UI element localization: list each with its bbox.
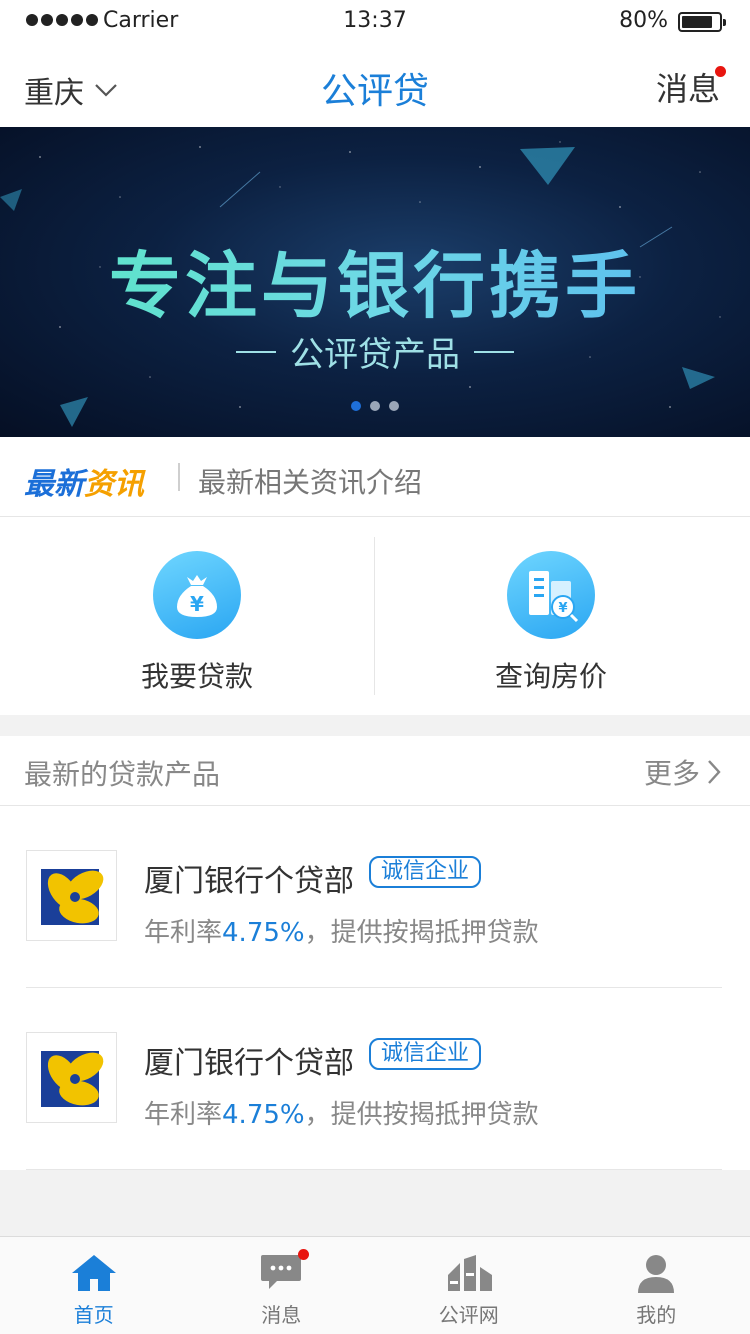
- nav-bar: 重庆 公评贷 消息: [0, 44, 750, 127]
- rate-suffix: ，提供按揭抵押贷款: [304, 1100, 539, 1130]
- product-description: 年利率4.75%，提供按揭抵押贷款: [144, 912, 539, 949]
- svg-text:¥: ¥: [190, 592, 204, 616]
- unread-dot: [715, 66, 726, 77]
- tab-bar: 首页 消息 公评网 我的: [0, 1236, 750, 1334]
- list-item[interactable]: 厦门银行个贷部 诚信企业 年利率4.75%，提供按揭抵押贷款: [0, 806, 750, 988]
- divider: [178, 463, 180, 491]
- tab-messages[interactable]: 消息: [188, 1237, 376, 1334]
- promo-banner[interactable]: 专注与银行携手 公评贷产品: [0, 127, 750, 437]
- loan-products-section: 最新的贷款产品 更多 厦门银行个贷部 诚信企业 年利率4.75%，提供按揭抵押贷…: [0, 736, 750, 1170]
- house-price-search-icon: ¥: [507, 551, 595, 639]
- chat-bubble-icon: [261, 1255, 302, 1289]
- battery-percent: 80%: [619, 8, 668, 33]
- tab-home-label: 首页: [73, 1303, 114, 1327]
- carousel-dot[interactable]: [389, 401, 399, 411]
- messages-label: 消息: [655, 70, 720, 108]
- tab-messages-label: 消息: [261, 1303, 302, 1327]
- banner-subtitle-text: 公评贷产品: [290, 335, 460, 375]
- more-label: 更多: [643, 757, 700, 790]
- interest-rate: 4.75%: [222, 918, 305, 948]
- money-bag-icon: ¥: [153, 551, 241, 639]
- check-house-price-button[interactable]: ¥ 查询房价: [441, 551, 661, 695]
- home-icon: [71, 1255, 116, 1291]
- banner-subtitle: 公评贷产品: [0, 327, 750, 376]
- rate-prefix: 年利率: [144, 918, 223, 948]
- carousel-dots[interactable]: [0, 401, 750, 411]
- section-title: 最新的贷款产品: [24, 758, 221, 791]
- product-name: 厦门银行个贷部: [144, 864, 354, 899]
- banner-headline: 专注与银行携手: [0, 227, 750, 332]
- tab-profile[interactable]: 我的: [563, 1237, 750, 1334]
- product-name: 厦门银行个贷部: [144, 1046, 354, 1081]
- carousel-dot[interactable]: [370, 401, 380, 411]
- carousel-dot[interactable]: [351, 401, 361, 411]
- bank-logo: [26, 850, 117, 941]
- divider: [26, 1169, 722, 1170]
- product-description: 年利率4.75%，提供按揭抵押贷款: [144, 1094, 539, 1131]
- rate-suffix: ，提供按揭抵押贷款: [304, 918, 539, 948]
- more-link[interactable]: 更多: [644, 752, 722, 792]
- user-icon: [638, 1255, 675, 1293]
- subtitle-line-right: [474, 350, 514, 353]
- status-bar: Carrier 13:37 80%: [0, 0, 750, 44]
- section-header: 最新的贷款产品 更多: [0, 736, 750, 806]
- tab-home[interactable]: 首页: [0, 1237, 188, 1334]
- subtitle-line-left: [236, 350, 276, 353]
- news-ticker[interactable]: 最新资讯 最新相关资讯介绍: [0, 437, 750, 517]
- tab-gongping-label: 公评网: [438, 1303, 499, 1327]
- bank-logo: [26, 1032, 117, 1123]
- divider: [374, 537, 375, 695]
- news-logo: 最新资讯: [24, 459, 144, 503]
- svg-text:¥: ¥: [558, 601, 567, 616]
- messages-button[interactable]: 消息: [655, 64, 726, 110]
- trust-badge: 诚信企业: [369, 1038, 482, 1070]
- rate-prefix: 年利率: [144, 1100, 223, 1130]
- news-logo-part2: 资讯: [84, 467, 144, 502]
- quick-actions: ¥ 我要贷款 ¥ 查询房价: [0, 517, 750, 715]
- tab-profile-label: 我的: [636, 1303, 677, 1327]
- chevron-right-icon: [708, 760, 721, 784]
- list-item[interactable]: 厦门银行个贷部 诚信企业 年利率4.75%，提供按揭抵押贷款: [0, 988, 750, 1170]
- apply-loan-button[interactable]: ¥ 我要贷款: [87, 551, 307, 695]
- page-title: 公评贷: [320, 71, 429, 112]
- trust-badge: 诚信企业: [369, 856, 482, 888]
- tab-gongping[interactable]: 公评网: [375, 1237, 563, 1334]
- interest-rate: 4.75%: [222, 1100, 305, 1130]
- news-logo-part1: 最新: [24, 467, 84, 502]
- check-house-price-label: 查询房价: [494, 660, 607, 693]
- apply-loan-label: 我要贷款: [140, 660, 253, 693]
- unread-dot: [297, 1249, 309, 1260]
- news-text: 最新相关资讯介绍: [198, 466, 423, 499]
- gongping-logo-icon: [447, 1255, 492, 1291]
- battery-icon: [678, 12, 726, 32]
